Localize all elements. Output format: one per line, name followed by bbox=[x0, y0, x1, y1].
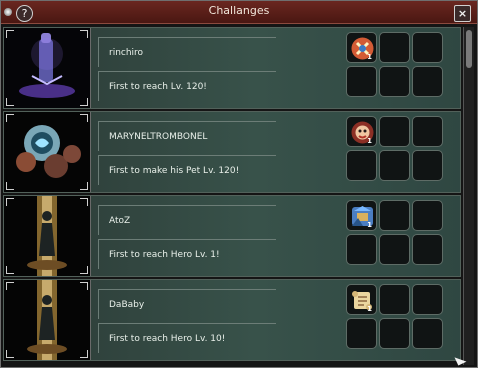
reward-slot[interactable] bbox=[379, 32, 410, 63]
reward-quantity: 1 bbox=[367, 221, 372, 229]
reward-slot[interactable]: 1 bbox=[346, 200, 377, 231]
title-bar[interactable]: ? Challanges × bbox=[1, 1, 477, 24]
challenge-description: First to reach Hero Lv. 1! bbox=[98, 239, 276, 269]
player-name: MARYNELTROMBONEL bbox=[98, 121, 276, 151]
reward-slot[interactable]: 1 bbox=[346, 32, 377, 63]
scrollbar-thumb[interactable] bbox=[466, 30, 472, 68]
reward-slot[interactable] bbox=[346, 150, 377, 181]
reward-slot[interactable]: 1 bbox=[346, 284, 377, 315]
close-button[interactable]: × bbox=[454, 5, 471, 22]
challenge-description: First to reach Hero Lv. 10! bbox=[98, 323, 276, 353]
reward-slot[interactable] bbox=[379, 284, 410, 315]
pet-orb-portrait-icon bbox=[4, 112, 90, 192]
reward-slot[interactable] bbox=[412, 32, 443, 63]
challenge-row: MARYNELTROMBONEL First to make his Pet L… bbox=[3, 111, 461, 193]
reward-slot[interactable] bbox=[379, 150, 410, 181]
reward-slot[interactable] bbox=[412, 200, 443, 231]
reward-slot[interactable] bbox=[412, 150, 443, 181]
reward-grid: 1 bbox=[346, 32, 443, 104]
challenge-description: First to make his Pet Lv. 120! bbox=[98, 155, 276, 185]
reward-slot[interactable] bbox=[346, 234, 377, 265]
challenge-portrait bbox=[4, 280, 91, 360]
challenge-portrait bbox=[4, 112, 91, 192]
player-name: AtoZ bbox=[98, 205, 276, 235]
challenge-list[interactable]: rinchiro First to reach Lv. 120! 1 MARYN… bbox=[3, 25, 463, 367]
player-name: rinchiro bbox=[98, 37, 276, 67]
challenge-portrait bbox=[4, 28, 91, 108]
reward-grid: 1 bbox=[346, 284, 443, 356]
hero-light-portrait-icon bbox=[4, 280, 90, 360]
challenge-row: AtoZ First to reach Hero Lv. 1! 1 bbox=[3, 195, 461, 277]
reward-quantity: 1 bbox=[367, 53, 372, 61]
challenge-description: First to reach Lv. 120! bbox=[98, 71, 276, 101]
reward-slot[interactable] bbox=[412, 284, 443, 315]
reward-slot[interactable] bbox=[412, 234, 443, 265]
challenges-window: ? Challanges × rinchiro First to reach L… bbox=[0, 0, 478, 368]
reward-slot[interactable] bbox=[379, 318, 410, 349]
reward-slot[interactable] bbox=[346, 318, 377, 349]
reward-slot[interactable] bbox=[412, 66, 443, 97]
reward-slot[interactable] bbox=[379, 234, 410, 265]
hero-light-portrait-icon bbox=[4, 196, 90, 276]
magic-portrait-icon bbox=[4, 28, 90, 108]
reward-quantity: 1 bbox=[367, 305, 372, 313]
reward-grid: 1 bbox=[346, 116, 443, 188]
reward-slot[interactable] bbox=[346, 66, 377, 97]
scrollbar[interactable] bbox=[463, 27, 474, 365]
reward-slot[interactable]: 1 bbox=[346, 116, 377, 147]
reward-quantity: 1 bbox=[367, 137, 372, 145]
reward-slot[interactable] bbox=[412, 116, 443, 147]
reward-slot[interactable] bbox=[379, 200, 410, 231]
reward-slot[interactable] bbox=[379, 66, 410, 97]
challenge-row: DaBaby First to reach Hero Lv. 10! 1 bbox=[3, 279, 461, 361]
reward-slot[interactable] bbox=[412, 318, 443, 349]
reward-slot[interactable] bbox=[379, 116, 410, 147]
reward-grid: 1 bbox=[346, 200, 443, 272]
challenge-portrait bbox=[4, 196, 91, 276]
player-name: DaBaby bbox=[98, 289, 276, 319]
challenge-row: rinchiro First to reach Lv. 120! 1 bbox=[3, 27, 461, 109]
window-title: Challanges bbox=[208, 4, 270, 17]
